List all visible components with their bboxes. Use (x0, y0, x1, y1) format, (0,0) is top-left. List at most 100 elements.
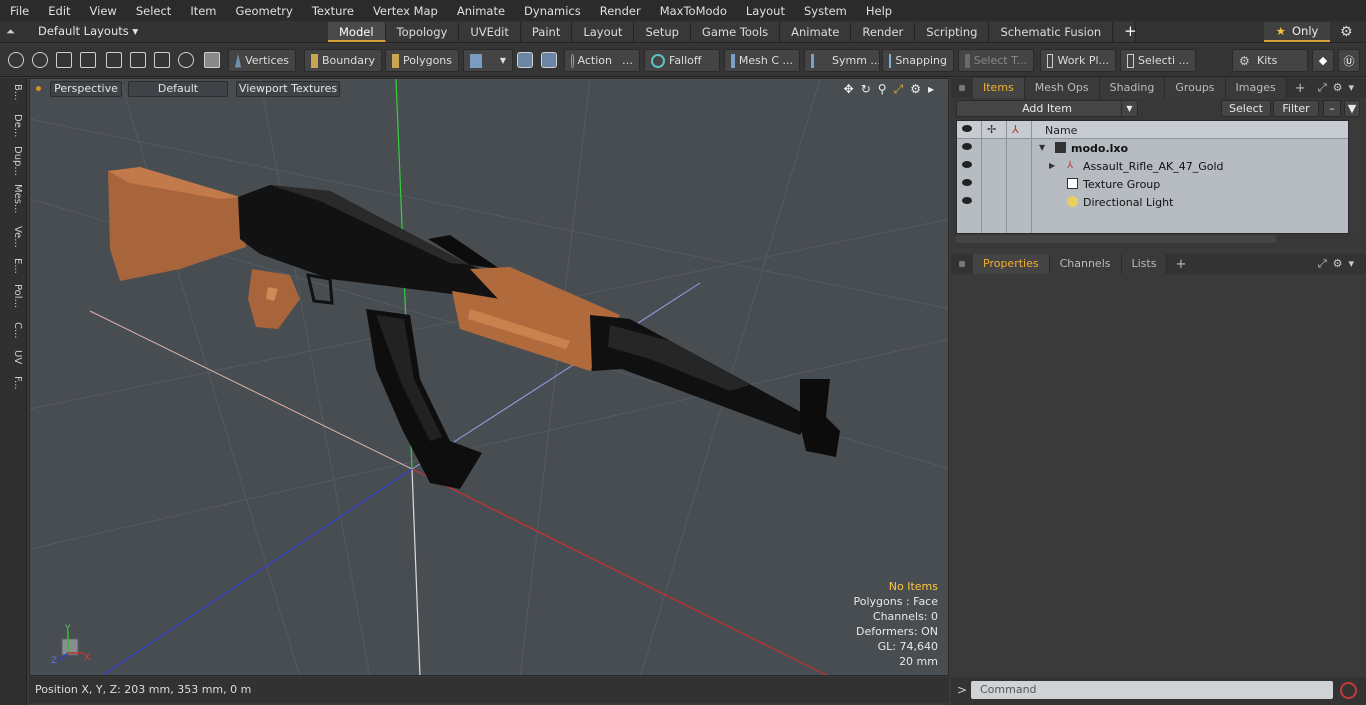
menu-help[interactable]: Help (856, 4, 901, 18)
eye-icon[interactable] (962, 197, 972, 204)
zoom-icon[interactable]: ⚲ (878, 82, 887, 97)
strip-tab-vertex[interactable]: Ve... (3, 226, 23, 248)
strip-tab-duplicate[interactable]: Dup... (3, 146, 23, 176)
strip-tab-uv[interactable]: UV (3, 350, 23, 364)
menu-render[interactable]: Render (590, 4, 650, 18)
viewport-gear-icon[interactable]: ⚙ (910, 82, 921, 97)
add-properties-tab-button[interactable]: + (1167, 257, 1194, 272)
layout-home-icon[interactable]: ⏶ (6, 25, 20, 39)
kits-button[interactable]: ⚙ Kits (1232, 49, 1308, 72)
unity-button[interactable]: ◆ (1312, 49, 1334, 72)
menu-select[interactable]: Select (126, 4, 180, 18)
properties-menu-dot[interactable] (959, 261, 965, 267)
add-panel-tab-button[interactable]: + (1287, 81, 1314, 96)
brush-icon[interactable] (80, 52, 96, 68)
material-icon[interactable] (517, 52, 533, 68)
menu-view[interactable]: View (80, 4, 126, 18)
eye-icon[interactable] (962, 161, 972, 168)
strip-tab-edge[interactable]: E... (3, 258, 23, 274)
menu-vertex-map[interactable]: Vertex Map (363, 4, 447, 18)
tab-items[interactable]: Items (973, 78, 1025, 98)
viewport-menu-dot[interactable] (36, 86, 41, 91)
funnel-icon[interactable]: ▼ (1344, 100, 1360, 117)
menu-item[interactable]: Item (180, 4, 225, 18)
snapping-button[interactable]: Snapping (882, 49, 954, 72)
menu-file[interactable]: File (0, 4, 38, 18)
name-column-header[interactable]: Name (1045, 124, 1077, 137)
gear-icon[interactable]: ⚙ (1340, 24, 1353, 40)
menu-maxtomodo[interactable]: MaxToModo (650, 4, 736, 18)
viewport-expand-icon[interactable]: ▸ (928, 82, 934, 97)
record-macro-icon[interactable] (1340, 682, 1357, 699)
action-button[interactable]: Action… (564, 49, 640, 72)
only-toggle[interactable]: ★ Only (1264, 22, 1330, 42)
pen-icon[interactable] (56, 52, 72, 68)
grid-icon[interactable] (130, 52, 146, 68)
vertices-button[interactable]: Vertices (228, 49, 296, 72)
tree-vertical-scrollbar[interactable] (1350, 120, 1360, 234)
pan-icon[interactable]: ✥ (844, 82, 854, 97)
menu-dynamics[interactable]: Dynamics (514, 4, 590, 18)
tab-animate[interactable]: Animate (780, 22, 852, 42)
tab-mesh-ops[interactable]: Mesh Ops (1024, 78, 1100, 98)
tab-images[interactable]: Images (1225, 78, 1287, 98)
menu-geometry[interactable]: Geometry (226, 4, 302, 18)
frame-icon[interactable] (154, 52, 170, 68)
select-through-button[interactable]: Select T... (958, 49, 1034, 72)
tab-model[interactable]: Model (328, 22, 386, 42)
tree-row-directional-light[interactable]: Directional Light (957, 193, 1348, 211)
work-plane-button[interactable]: Work Pl... (1040, 49, 1116, 72)
panel-controls[interactable]: ⤢⚙▾ (1318, 81, 1360, 95)
strip-tab-polygon[interactable]: Pol... (3, 284, 23, 308)
tab-shading[interactable]: Shading (1099, 78, 1166, 98)
rotate-icon[interactable] (178, 52, 194, 68)
expand-icon[interactable]: ▼ (1039, 143, 1045, 152)
tab-scripting[interactable]: Scripting (915, 22, 990, 42)
menu-edit[interactable]: Edit (38, 4, 79, 18)
tab-render[interactable]: Render (851, 22, 916, 42)
selection-sets-button[interactable]: Selecti ... (1120, 49, 1196, 72)
item-mode-button[interactable]: ▼ (463, 49, 513, 72)
tab-schematic-fusion[interactable]: Schematic Fusion (989, 22, 1114, 42)
tab-uvedit[interactable]: UVEdit (459, 22, 521, 42)
tree-horizontal-scrollbar[interactable] (956, 235, 1276, 243)
panel-menu-dot[interactable] (959, 85, 965, 91)
tab-layout[interactable]: Layout (572, 22, 635, 42)
symmetry-button[interactable]: Symm ... (804, 49, 880, 72)
3d-viewport[interactable]: Perspective Default Viewport Textures ✥ … (29, 78, 949, 676)
tab-paint[interactable]: Paint (520, 22, 573, 42)
menu-texture[interactable]: Texture (302, 4, 363, 18)
tab-lists[interactable]: Lists (1121, 254, 1168, 274)
mesh-constraint-button[interactable]: Mesh C ... (724, 49, 800, 72)
eye-icon[interactable] (962, 179, 972, 186)
tree-row-rifle[interactable]: ▶ ⅄ Assault_Rifle_AK_47_Gold (957, 157, 1348, 175)
texture-icon[interactable] (541, 52, 557, 68)
tab-game-tools[interactable]: Game Tools (690, 22, 781, 42)
command-input[interactable]: Command (971, 681, 1333, 699)
menu-layout[interactable]: Layout (736, 4, 794, 18)
shading-dropdown[interactable]: Default (128, 81, 228, 97)
add-tab-button[interactable]: + (1113, 22, 1137, 42)
strip-tab-deform[interactable]: De... (3, 114, 23, 137)
eye-icon[interactable] (962, 143, 972, 150)
stack-icon[interactable] (106, 52, 122, 68)
tab-topology[interactable]: Topology (385, 22, 460, 42)
viewport-textures-dropdown[interactable]: Viewport Textures (236, 81, 340, 97)
menu-system[interactable]: System (794, 4, 856, 18)
tree-row-texture-group[interactable]: Texture Group (957, 175, 1348, 193)
layouts-dropdown[interactable]: Default Layouts ▾ (38, 24, 138, 38)
globe-icon[interactable] (32, 52, 48, 68)
filter-button[interactable]: Filter (1273, 100, 1319, 117)
circle-select-icon[interactable] (8, 52, 24, 68)
tab-properties[interactable]: Properties (973, 254, 1050, 274)
add-item-button[interactable]: Add Item ▼ (956, 100, 1138, 117)
orbit-icon[interactable]: ↻ (861, 82, 871, 97)
unreal-button[interactable]: Ⓤ (1338, 49, 1360, 72)
view-mode-dropdown[interactable]: Perspective (50, 81, 122, 97)
tab-groups[interactable]: Groups (1165, 78, 1226, 98)
expand-icon[interactable]: ▶ (1049, 161, 1055, 170)
strip-tab-mesh-edit[interactable]: Mes... (3, 184, 23, 214)
shield-icon[interactable] (204, 52, 220, 68)
polygons-button[interactable]: Polygons (385, 49, 459, 72)
properties-panel-controls[interactable]: ⤢⚙▾ (1318, 257, 1360, 271)
